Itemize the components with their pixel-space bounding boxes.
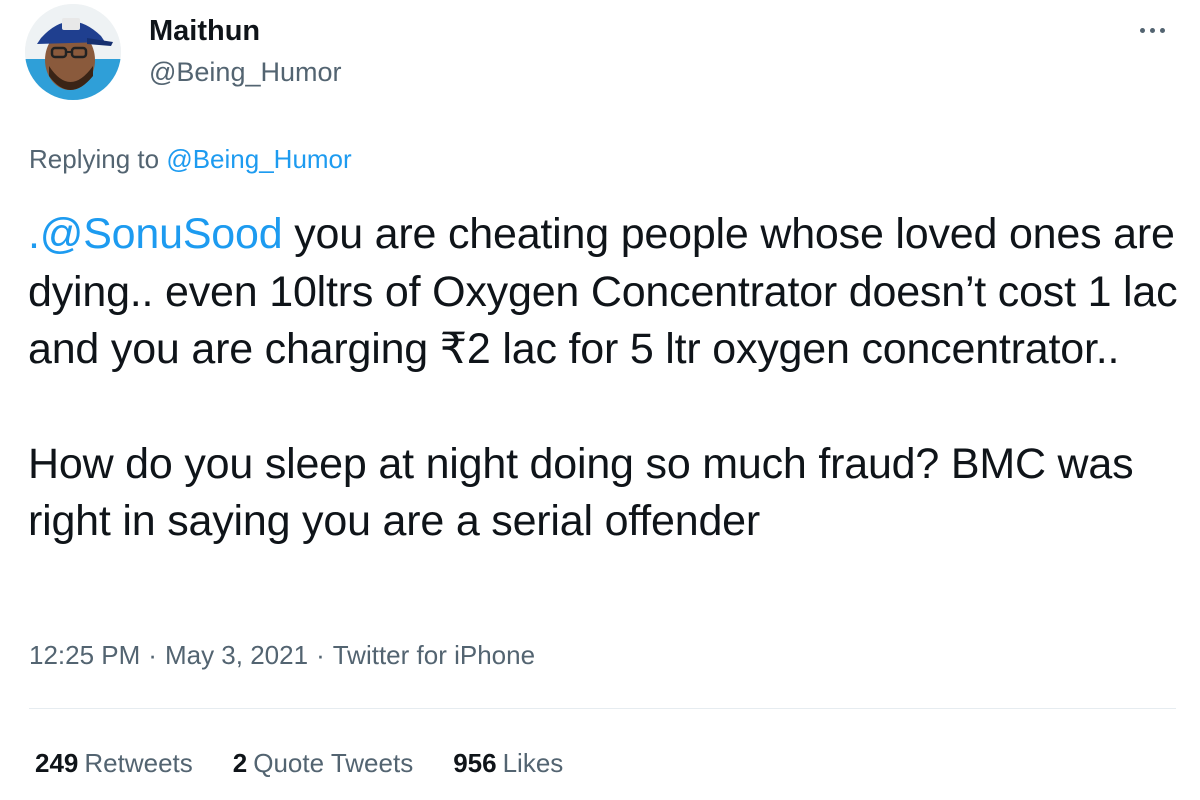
tweet-paragraph-1: .@SonuSood you are cheating people whose… [28,206,1178,379]
more-options-button[interactable] [1128,10,1176,50]
author-handle[interactable]: @Being_Humor [149,55,342,89]
quote-tweets-count: 2 [232,748,248,778]
retweets-count: 249 [35,748,79,778]
tweet-card: Maithun @Being_Humor Replying to @Being_… [0,0,1200,800]
quote-tweets-stat-link[interactable]: 2 Quote Tweets [233,746,413,780]
more-horizontal-icon [1139,27,1165,33]
tweet-paragraph-2: How do you sleep at night doing so much … [28,439,1134,546]
avatar-image [25,4,121,100]
meta-separator: · [148,640,157,670]
tweet-metadata: 12:25 PM · May 3, 2021 · Twitter for iPhone [29,638,535,672]
quote-tweets-label: Quote Tweets [253,748,414,778]
likes-label: Likes [502,748,564,778]
reply-context-prefix: Replying to [29,144,160,174]
engagement-stats: 249 Retweets 2 Quote Tweets 956 Likes [35,746,563,780]
tweet-text: .@SonuSood you are cheating people whose… [28,206,1178,551]
reply-context-mention-link[interactable]: @Being_Humor [166,144,351,174]
reply-context: Replying to @Being_Humor [29,142,352,176]
author-display-name[interactable]: Maithun [149,14,260,48]
tweet-time-link[interactable]: 12:25 PM [29,640,140,670]
tweet-source-link[interactable]: Twitter for iPhone [333,640,535,670]
divider [29,708,1176,709]
avatar[interactable] [25,4,121,100]
meta-separator: · [316,640,325,670]
likes-stat-link[interactable]: 956 Likes [453,746,563,780]
retweets-stat-link[interactable]: 249 Retweets [35,746,193,780]
tweet-mention-link[interactable]: .@SonuSood [28,210,283,258]
tweet-date-link[interactable]: May 3, 2021 [165,640,308,670]
likes-count: 956 [453,748,497,778]
retweets-label: Retweets [84,748,193,778]
